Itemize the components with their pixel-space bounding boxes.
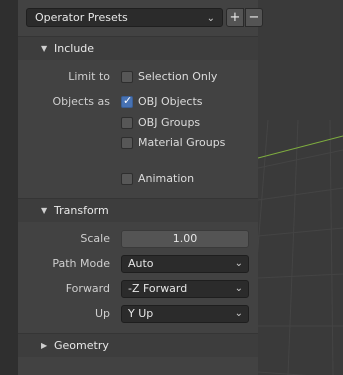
material-groups-label[interactable]: Material Groups <box>138 136 225 150</box>
scale-field[interactable]: 1.00 <box>121 230 249 248</box>
chevron-down-icon: ⌄ <box>234 308 243 319</box>
material-groups-checkbox[interactable] <box>121 137 133 149</box>
3d-viewport-grid[interactable] <box>258 0 343 375</box>
objects-as-label: Objects as <box>52 95 110 108</box>
chevron-down-icon: ⌄ <box>234 283 243 294</box>
expanded-triangle-icon: ▼ <box>41 206 48 215</box>
expanded-triangle-icon: ▼ <box>41 44 48 53</box>
obj-groups-checkbox[interactable] <box>121 117 133 129</box>
viewport-left-edge <box>0 0 19 375</box>
path-mode-value: Auto <box>128 257 154 270</box>
import-obj-options-panel: Operator Presets ⌄ + − ▼ Include Limit t… <box>18 0 263 375</box>
animation-label[interactable]: Animation <box>138 172 194 186</box>
path-mode-dropdown[interactable]: Auto ⌄ <box>121 255 249 273</box>
forward-label: Forward <box>65 282 110 295</box>
operator-presets-dropdown[interactable]: Operator Presets ⌄ <box>26 8 223 27</box>
geometry-section-header[interactable]: ▶ Geometry <box>18 333 258 357</box>
forward-dropdown[interactable]: -Z Forward ⌄ <box>121 280 249 298</box>
obj-objects-checkbox[interactable]: ✓ <box>121 94 133 108</box>
up-dropdown[interactable]: Y Up ⌄ <box>121 305 249 323</box>
path-mode-label: Path Mode <box>52 257 110 270</box>
up-label: Up <box>94 307 110 320</box>
animation-checkbox[interactable] <box>121 173 133 185</box>
selection-only-checkbox[interactable] <box>121 71 133 83</box>
chevron-down-icon: ⌄ <box>234 258 243 269</box>
chevron-down-icon: ⌄ <box>206 13 215 24</box>
up-value: Y Up <box>128 307 154 320</box>
viewport-grid-lines <box>258 119 343 375</box>
scale-label: Scale <box>80 232 110 245</box>
collapsed-triangle-icon: ▶ <box>41 341 48 350</box>
transform-section-title: Transform <box>54 204 109 217</box>
obj-objects-label[interactable]: OBJ Objects <box>138 95 203 109</box>
transform-section-header[interactable]: ▼ Transform <box>18 198 258 222</box>
remove-preset-button[interactable]: − <box>245 8 263 27</box>
checkmark-icon: ✓ <box>123 94 133 107</box>
selection-only-label[interactable]: Selection Only <box>138 70 217 84</box>
geometry-section-title: Geometry <box>54 339 109 352</box>
include-section-header[interactable]: ▼ Include <box>18 36 258 60</box>
limit-to-label: Limit to <box>68 70 110 83</box>
include-section-title: Include <box>54 42 95 55</box>
add-preset-button[interactable]: + <box>226 8 244 27</box>
forward-value: -Z Forward <box>128 282 188 295</box>
operator-presets-label: Operator Presets <box>35 11 128 24</box>
obj-groups-label[interactable]: OBJ Groups <box>138 116 200 130</box>
operator-presets-row: Operator Presets ⌄ + − <box>26 8 263 28</box>
